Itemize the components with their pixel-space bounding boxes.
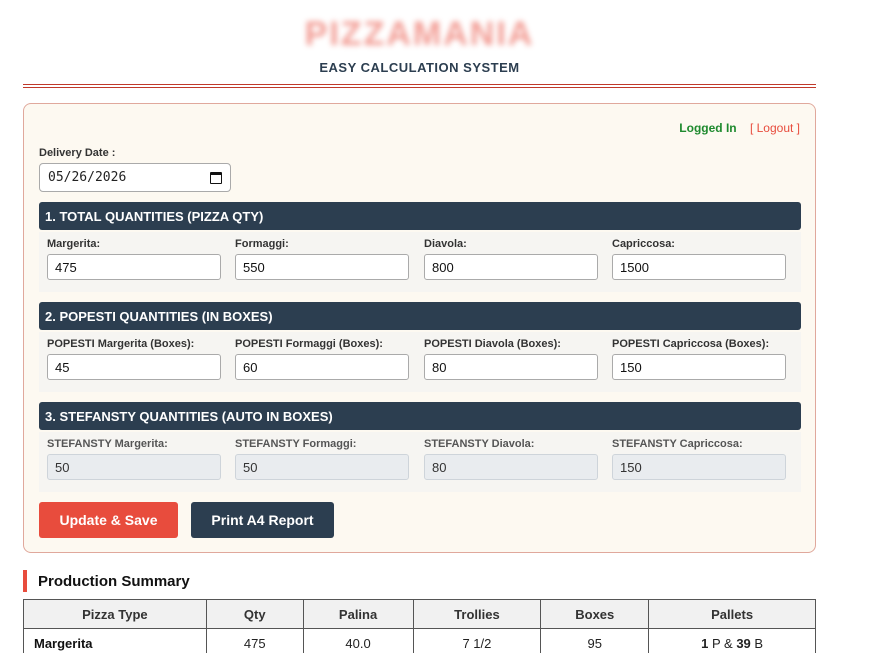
popesti-diavola-input[interactable]: 80 [424,354,598,380]
popesti-margerita-input[interactable]: 45 [47,354,221,380]
section-total-header: 1. TOTAL QUANTITIES (PIZZA QTY) [39,202,801,230]
pallets-amp: & [724,635,733,651]
field-stefansty-capriccosa: STEFANSTY Capriccosa: 150 [612,438,786,480]
header-divider [23,84,816,88]
qty-cell: 475 [205,628,304,653]
field-total-diavola: Diavola: 800 [424,238,598,280]
boxes-cell: 95 [540,628,650,653]
production-summary-title: Production Summary [23,570,190,592]
field-total-margerita: Margerita: 475 [47,238,221,280]
trollies-cell: 7 1/2 [412,628,542,653]
delivery-date-input[interactable]: 05/26/2026 [39,163,231,192]
boxes-unit: B [754,635,764,651]
pizza-type-cell: Margerita [23,628,207,653]
section-stefansty-body: STEFANSTY Margerita: 50 STEFANSTY Formag… [39,432,801,492]
field-label: Formaggi: [235,238,289,250]
field-label: STEFANSTY Formaggi: [235,438,357,450]
field-label: POPESTI Capriccosa (Boxes): [612,338,770,350]
table-header-row: Pizza Type Qty Palina Trollies Boxes Pal… [23,599,816,629]
update-save-button[interactable]: Update & Save [39,502,178,538]
stefansty-capriccosa-readonly: 150 [612,454,786,480]
popesti-formaggi-input[interactable]: 60 [235,354,409,380]
palina-cell: 40.0 [302,628,414,653]
field-label: POPESTI Diavola (Boxes): [424,338,561,350]
total-margerita-input[interactable]: 475 [47,254,221,280]
popesti-capriccosa-input[interactable]: 150 [612,354,786,380]
section-stefansty-header: 3. STEFANSTY QUANTITIES (AUTO IN BOXES) [39,402,801,430]
field-popesti-diavola: POPESTI Diavola (Boxes): 80 [424,338,598,380]
column-header: Trollies [412,599,542,629]
column-header: Pallets [648,599,816,629]
field-total-capriccosa: Capriccosa: 1500 [612,238,786,280]
stefansty-diavola-readonly: 80 [424,454,598,480]
column-header: Boxes [540,599,650,629]
pallets-cell: 1 P & 39 B [648,628,816,653]
field-label: STEFANSTY Margerita: [47,438,168,450]
calculation-form-card: Logged In [ Logout ] Delivery Date : 05/… [23,103,816,553]
logout-link[interactable]: [ Logout ] [750,121,800,135]
field-label: POPESTI Margerita (Boxes): [47,338,195,350]
column-header: Palina [302,599,414,629]
field-popesti-formaggi: POPESTI Formaggi (Boxes): 60 [235,338,409,380]
print-report-button[interactable]: Print A4 Report [191,502,334,538]
section-popesti-header: 2. POPESTI QUANTITIES (IN BOXES) [39,302,801,330]
field-popesti-capriccosa: POPESTI Capriccosa (Boxes): 150 [612,338,786,380]
login-status: Logged In [ Logout ] [679,121,800,135]
production-summary-table: Pizza Type Qty Palina Trollies Boxes Pal… [23,599,816,653]
page-header: PIZZAMANIA EASY CALCULATION SYSTEM [23,14,816,75]
section-popesti-body: POPESTI Margerita (Boxes): 45 POPESTI Fo… [39,332,801,392]
calendar-icon[interactable] [210,171,222,184]
field-label: POPESTI Formaggi (Boxes): [235,338,383,350]
column-header: Qty [205,599,304,629]
section-total-body: Margerita: 475 Formaggi: 550 Diavola: 80… [39,232,801,292]
pallets-unit: P [711,635,721,651]
field-popesti-margerita: POPESTI Margerita (Boxes): 45 [47,338,221,380]
field-label: Diavola: [424,238,467,250]
field-stefansty-margerita: STEFANSTY Margerita: 50 [47,438,221,480]
total-diavola-input[interactable]: 800 [424,254,598,280]
boxes-remainder: 39 [736,635,751,651]
field-stefansty-formaggi: STEFANSTY Formaggi: 50 [235,438,409,480]
total-capriccosa-input[interactable]: 1500 [612,254,786,280]
table-row: Margerita 475 40.0 7 1/2 95 1 P & 39 B [23,628,816,653]
field-label: Margerita: [47,238,101,250]
page-subtitle: EASY CALCULATION SYSTEM [319,60,520,75]
field-label: STEFANSTY Diavola: [424,438,535,450]
stefansty-margerita-readonly: 50 [47,454,221,480]
field-total-formaggi: Formaggi: 550 [235,238,409,280]
logged-in-label: Logged In [679,121,737,135]
delivery-date-label: Delivery Date : [39,147,116,159]
field-stefansty-diavola: STEFANSTY Diavola: 80 [424,438,598,480]
total-formaggi-input[interactable]: 550 [235,254,409,280]
column-header: Pizza Type [23,599,207,629]
field-label: Capriccosa: [612,238,675,250]
delivery-date-value: 05/26/2026 [48,170,127,185]
brand-logo: PIZZAMANIA [304,15,535,53]
field-label: STEFANSTY Capriccosa: [612,438,743,450]
stefansty-formaggi-readonly: 50 [235,454,409,480]
pallets-count: 1 [701,635,709,651]
